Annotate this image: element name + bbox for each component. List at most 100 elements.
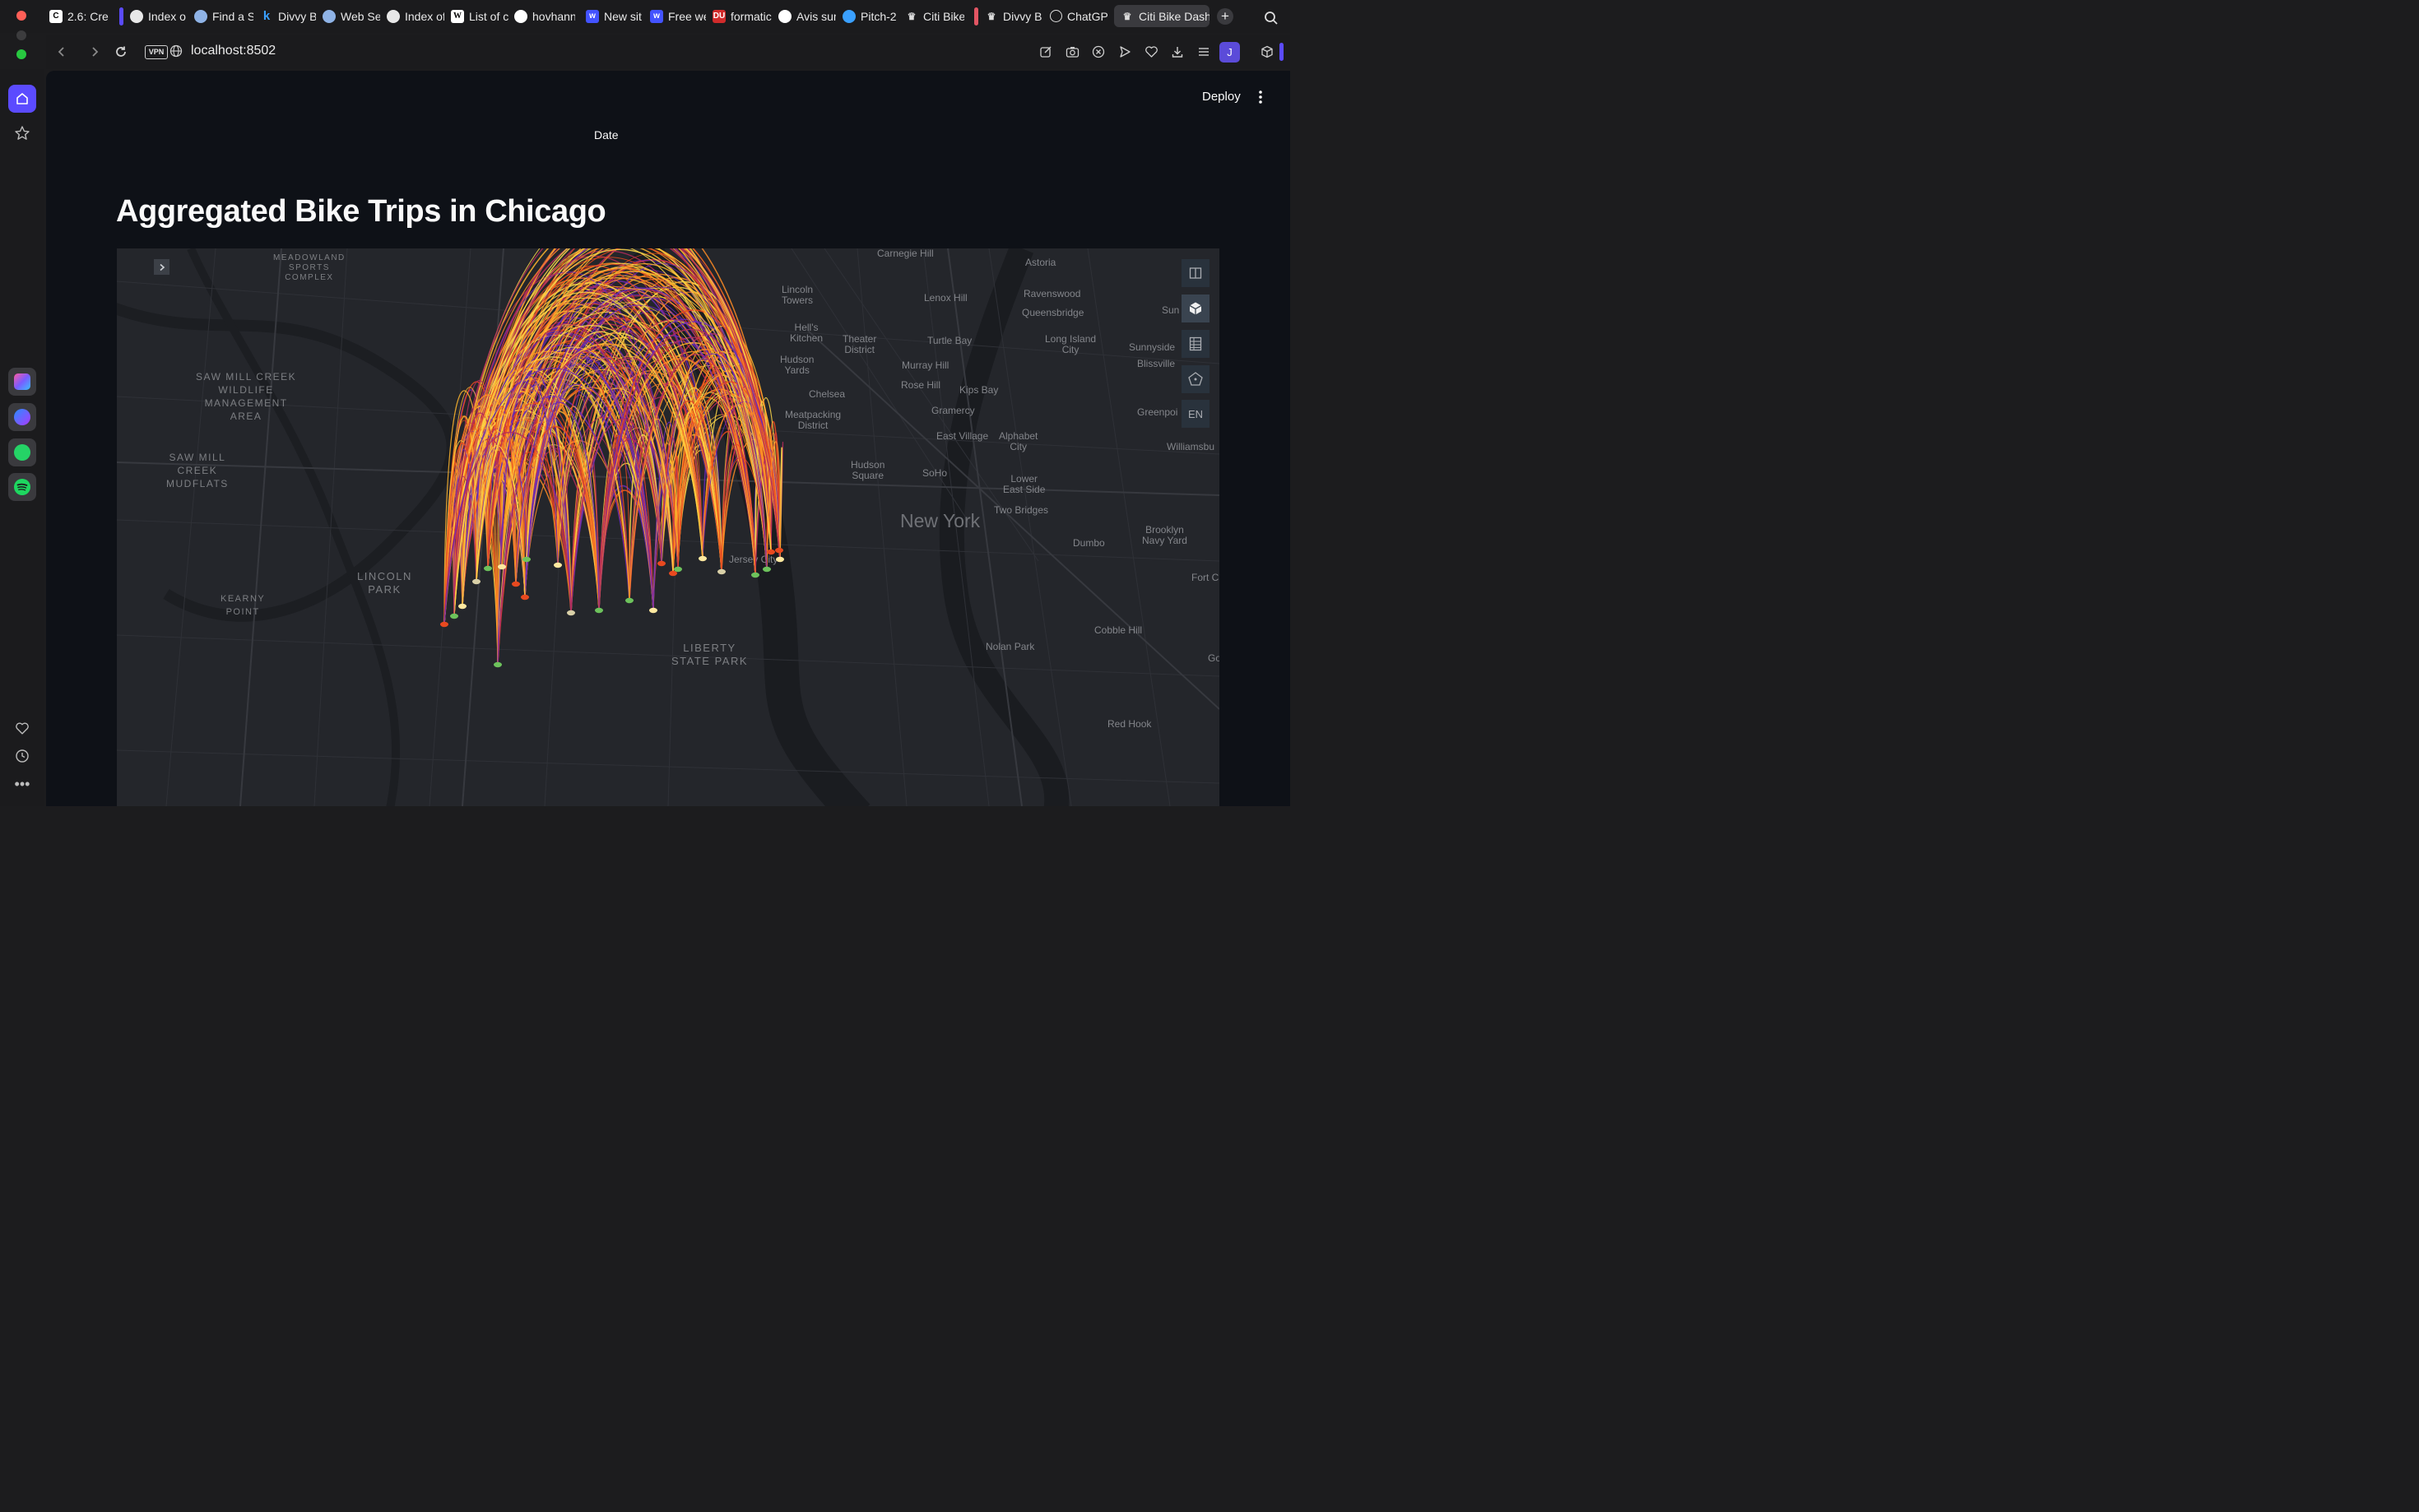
station-marker[interactable] (625, 597, 634, 604)
reload-icon[interactable] (114, 44, 128, 59)
3d-view-icon[interactable] (1182, 295, 1210, 322)
edit-page-icon[interactable] (1038, 44, 1054, 60)
streamlit-crown-favicon-icon: ♛ (907, 10, 917, 22)
station-marker[interactable] (521, 594, 529, 601)
main-menu-kebab-icon[interactable] (1252, 89, 1269, 105)
deploy-button[interactable]: Deploy (1202, 90, 1241, 104)
k-favicon-icon: k (262, 9, 271, 23)
globe-favicon-icon (387, 9, 400, 23)
tab-label: hovhann (532, 9, 575, 23)
station-marker[interactable] (494, 661, 502, 668)
forward-arrow-icon[interactable] (87, 44, 102, 59)
station-marker[interactable] (775, 547, 783, 554)
station-marker[interactable] (554, 562, 562, 568)
back-arrow-icon[interactable] (54, 44, 69, 59)
data-table-icon[interactable] (1182, 330, 1210, 358)
messenger-icon[interactable] (8, 403, 36, 431)
wikipedia-favicon-icon: W (451, 9, 464, 23)
adblock-shield-icon[interactable] (1090, 44, 1107, 60)
station-marker[interactable] (776, 556, 784, 563)
home-icon[interactable] (8, 85, 36, 113)
tab-group-indicator (119, 7, 123, 26)
browser-tab[interactable]: w Free we (650, 5, 706, 27)
station-marker[interactable] (763, 566, 771, 573)
station-marker[interactable] (458, 603, 467, 610)
browser-tab[interactable]: Find a S (194, 5, 253, 27)
zoom-window-button[interactable] (16, 49, 26, 59)
minimize-window-button[interactable] (16, 30, 26, 40)
sidebar-toggle-indicator[interactable] (1279, 43, 1284, 61)
trip-arc-map[interactable]: MEADOWLAND SPORTS COMPLEX SAW MILL CREEK… (117, 248, 1219, 806)
browser-tab[interactable]: Index of (387, 5, 444, 27)
map-legend-icon[interactable] (1182, 365, 1210, 393)
search-tabs-icon[interactable] (1264, 11, 1279, 26)
aria-ai-icon[interactable] (8, 368, 36, 396)
browser-tab[interactable]: W List of c (451, 5, 508, 27)
heart-icon[interactable] (8, 714, 36, 742)
streamlit-app: Deploy Date Aggregated Bike Trips in Chi… (46, 71, 1290, 806)
station-marker[interactable] (699, 555, 707, 562)
browser-tab[interactable]: k Divvy B (260, 5, 316, 27)
station-marker[interactable] (522, 556, 531, 563)
noaa-favicon-icon (194, 9, 207, 23)
new-tab-plus-icon[interactable]: + (1217, 8, 1233, 25)
heart-bookmark-icon[interactable] (1143, 44, 1159, 60)
browser-tab[interactable]: Index o (130, 5, 188, 27)
webflow-favicon-icon: w (586, 9, 599, 23)
station-marker[interactable] (484, 565, 492, 572)
download-icon[interactable] (1169, 44, 1186, 60)
camera-snapshot-icon[interactable] (1064, 44, 1080, 60)
expand-panel-chevron-icon[interactable] (154, 259, 169, 275)
browser-tab[interactable]: Avis sur (778, 5, 836, 27)
history-clock-icon[interactable] (8, 742, 36, 770)
station-marker[interactable] (649, 607, 657, 614)
split-map-icon[interactable] (1182, 259, 1210, 287)
station-marker[interactable] (498, 564, 506, 570)
tab-label: Avis sur (796, 9, 836, 23)
extensions-cube-icon[interactable] (1259, 44, 1275, 60)
spotify-icon[interactable] (8, 473, 36, 501)
browser-tab[interactable]: ♛ Divvy B (985, 5, 1042, 27)
browser-tab-active[interactable]: ♛ Citi Bike Dash (1114, 5, 1210, 27)
station-marker[interactable] (567, 610, 575, 616)
star-bookmarks-icon[interactable] (8, 119, 36, 147)
browser-tab[interactable]: DU formatic (713, 5, 772, 27)
browser-tab[interactable]: w New sit (586, 5, 642, 27)
browser-tab-bar: C 2.6: Cre Index o Find a S k Divvy B We… (0, 0, 1290, 59)
du-favicon-icon: DU (713, 9, 726, 23)
tab-label: Divvy B (278, 9, 316, 23)
station-marker[interactable] (657, 560, 666, 567)
browser-tab[interactable]: Web Se (323, 5, 380, 27)
webflow-favicon-icon: w (650, 9, 663, 23)
cf-favicon-icon: C (49, 9, 63, 23)
tab-label: Citi Bike (923, 9, 964, 23)
site-info-globe-icon[interactable] (169, 44, 183, 58)
profile-avatar[interactable]: J (1219, 42, 1240, 63)
browser-tab[interactable]: C 2.6: Cre (49, 5, 110, 27)
tab-label: ChatGP (1067, 9, 1107, 23)
locale-selector[interactable]: EN (1182, 400, 1210, 428)
browser-tab[interactable]: Pitch-2 (843, 5, 900, 27)
browser-tab[interactable]: hovhann (514, 5, 575, 27)
streamlit-crown-favicon-icon: ♛ (1122, 10, 1132, 22)
send-flow-icon[interactable] (1117, 44, 1133, 60)
browser-tab[interactable]: ♛ Citi Bike (905, 5, 964, 27)
more-ellipsis-icon[interactable]: ••• (8, 770, 36, 798)
close-window-button[interactable] (16, 11, 26, 21)
station-marker[interactable] (717, 568, 726, 575)
station-marker[interactable] (767, 549, 775, 555)
station-marker[interactable] (512, 581, 520, 587)
station-marker[interactable] (450, 613, 458, 619)
vpn-badge[interactable]: VPN (145, 45, 168, 59)
station-marker[interactable] (674, 566, 682, 573)
globe-favicon-icon (130, 9, 143, 23)
station-marker[interactable] (440, 621, 448, 628)
browser-tab[interactable]: ChatGP (1050, 5, 1107, 27)
whatsapp-icon[interactable] (8, 438, 36, 466)
station-marker[interactable] (472, 578, 481, 585)
station-marker[interactable] (595, 607, 603, 614)
station-marker[interactable] (751, 572, 759, 578)
easy-setup-menu-icon[interactable] (1196, 44, 1212, 60)
openai-favicon-icon (1050, 10, 1062, 22)
url-field[interactable]: localhost:8502 (191, 44, 276, 58)
